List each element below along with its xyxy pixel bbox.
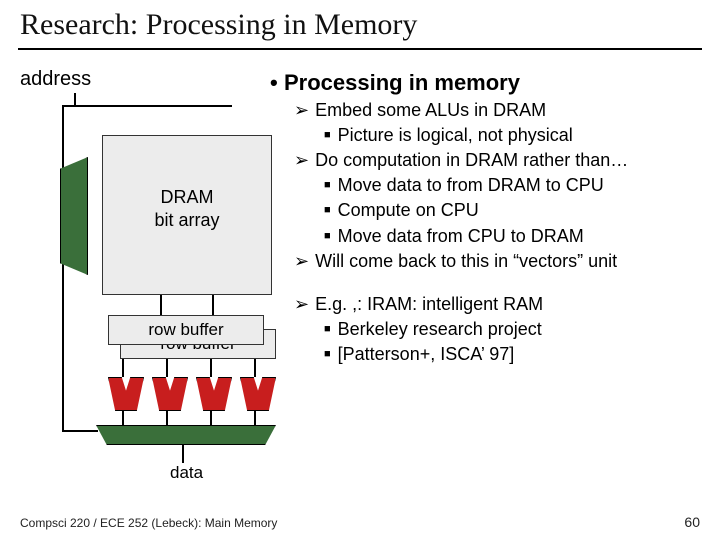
bullet-heading: •Processing in memory	[270, 68, 700, 98]
bullet-text: E.g. ,: IRAM: intelligent RAM	[315, 294, 543, 314]
bullet-l2: ➢Embed some ALUs in DRAM	[294, 98, 700, 123]
row-buffer-front: row buffer	[108, 315, 264, 345]
wire	[254, 411, 256, 425]
bullet-l3: ■Berkeley research project	[324, 317, 700, 342]
bullet-content: •Processing in memory ➢Embed some ALUs i…	[270, 68, 700, 368]
wire	[122, 411, 124, 425]
bullet-text: Compute on CPU	[338, 200, 479, 220]
footer-course: Compsci 220 / ECE 252 (Lebeck): Main Mem…	[20, 516, 277, 530]
bullet-text: Berkeley research project	[338, 319, 542, 339]
wire	[254, 359, 256, 377]
embedded-alus	[108, 377, 278, 413]
address-label: address	[20, 68, 91, 91]
bullet-text: Do computation in DRAM rather than…	[315, 150, 628, 170]
row-decoder	[60, 157, 88, 275]
slide-title: Research: Processing in Memory	[20, 8, 700, 42]
wire	[122, 359, 124, 377]
bullet-text: [Patterson+, ISCA’ 97]	[338, 344, 515, 364]
dram-label-1: DRAM	[161, 187, 214, 207]
dram-bit-array: DRAM bit array	[102, 135, 272, 295]
title-wrap: Research: Processing in Memory	[0, 0, 720, 46]
bullet-l3: ■Move data to from DRAM to CPU	[324, 173, 700, 198]
wire	[62, 105, 232, 107]
wire	[62, 105, 64, 430]
bullet-l2: ➢E.g. ,: IRAM: intelligent RAM	[294, 292, 700, 317]
column-mux	[96, 425, 276, 445]
bullet-l3: ■[Patterson+, ISCA’ 97]	[324, 342, 700, 367]
row-buffer-label: row buffer	[148, 320, 223, 339]
alu-icon	[196, 377, 232, 411]
bullet-l2: ➢Do computation in DRAM rather than…	[294, 148, 700, 173]
wire	[166, 359, 168, 377]
bullet-text: Move data to from DRAM to CPU	[338, 175, 604, 195]
page-number: 60	[684, 514, 700, 530]
wire	[166, 411, 168, 425]
wire	[160, 295, 162, 315]
bullet-text: Will come back to this in “vectors” unit	[315, 251, 617, 271]
wire	[62, 430, 98, 432]
bullet-l3: ■Compute on CPU	[324, 198, 700, 223]
title-rule	[18, 48, 702, 50]
slide-footer: Compsci 220 / ECE 252 (Lebeck): Main Mem…	[20, 516, 700, 530]
slide: Research: Processing in Memory address •…	[0, 0, 720, 540]
bullet-text: Embed some ALUs in DRAM	[315, 100, 546, 120]
bullet-l3: ■Picture is logical, not physical	[324, 123, 700, 148]
bullet-heading-text: Processing in memory	[284, 70, 520, 95]
alu-icon	[108, 377, 144, 411]
wire	[210, 411, 212, 425]
dram-label-2: bit array	[154, 210, 219, 230]
alu-icon	[240, 377, 276, 411]
bullet-l2: ➢Will come back to this in “vectors” uni…	[294, 249, 700, 274]
wire	[182, 445, 184, 463]
bullet-text: Picture is logical, not physical	[338, 125, 573, 145]
data-label: data	[170, 463, 203, 483]
bullet-l3: ■Move data from CPU to DRAM	[324, 224, 700, 249]
bullet-text: Move data from CPU to DRAM	[338, 226, 584, 246]
wire	[212, 295, 214, 315]
wire	[210, 359, 212, 377]
pim-diagram: DRAM bit array row buffer row buffer dat…	[22, 95, 272, 455]
alu-icon	[152, 377, 188, 411]
